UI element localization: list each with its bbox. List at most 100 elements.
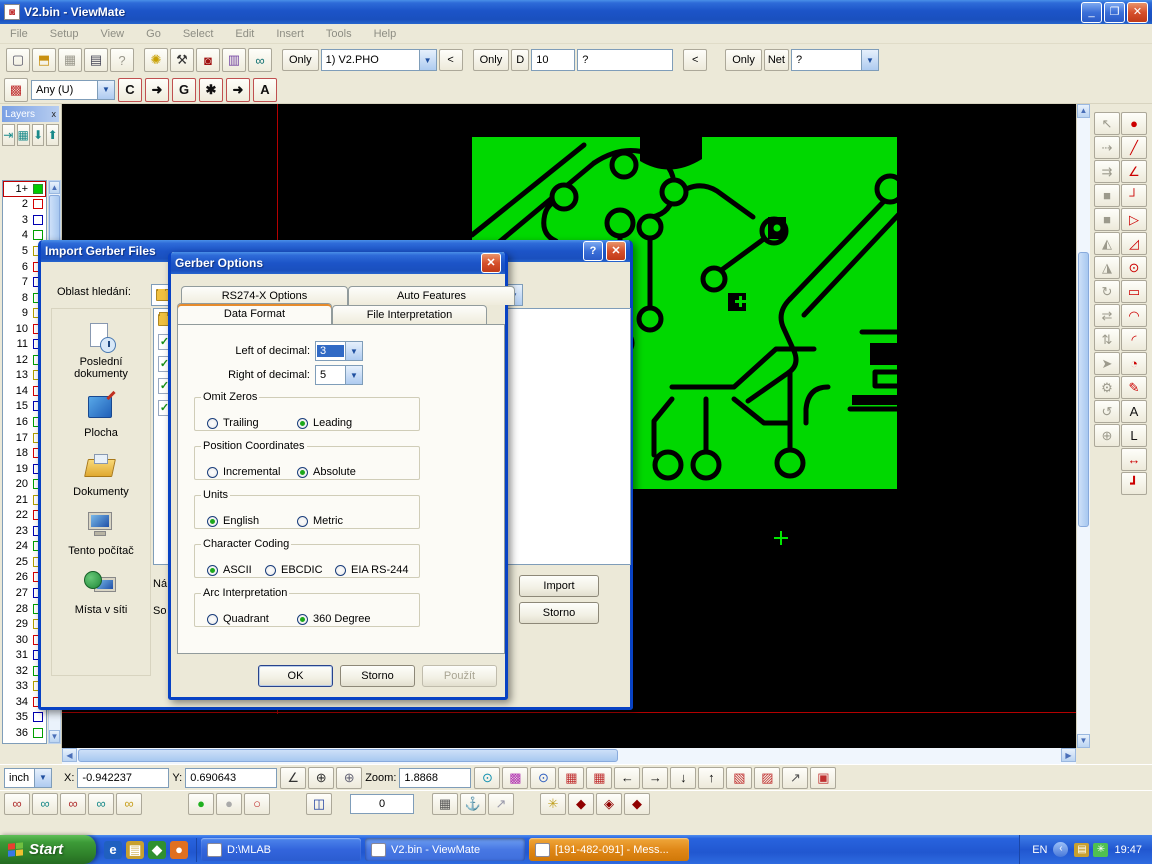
minimize-button[interactable]: _	[1081, 2, 1102, 23]
highlight-outline-icon[interactable]: ○	[244, 793, 270, 815]
ok-button[interactable]: OK	[258, 665, 333, 687]
right-of-decimal-combo[interactable]: 5▼	[315, 365, 363, 385]
text-icon[interactable]: A	[1121, 400, 1147, 423]
layer-row[interactable]: 1+	[3, 181, 46, 197]
only-layer-button[interactable]: Only	[282, 49, 319, 71]
grid-step-value[interactable]: 0	[350, 794, 414, 814]
tool-g-icon[interactable]: G	[172, 78, 196, 102]
menu-item[interactable]: Edit	[235, 28, 254, 40]
close-icon[interactable]: x	[52, 109, 57, 119]
tile-windows-icon[interactable]: ◫	[306, 793, 332, 815]
radio-absolute[interactable]: Absolute	[297, 466, 356, 478]
chevron-down-icon[interactable]: ▼	[345, 366, 362, 384]
origin-icon[interactable]: ⊕	[308, 767, 334, 789]
radio-icon[interactable]	[297, 418, 308, 429]
radio-icon[interactable]	[297, 467, 308, 478]
menu-item[interactable]: File	[10, 28, 28, 40]
only-dcode-button[interactable]: Only	[473, 49, 510, 71]
layer-color-swatch[interactable]	[33, 199, 43, 209]
measure-glasses-icon[interactable]: ∞	[248, 48, 272, 72]
draw-sketch-icon[interactable]: ✎	[1121, 376, 1147, 399]
draw-triangle-icon[interactable]: ◿	[1121, 232, 1147, 255]
menu-item[interactable]: Tools	[326, 28, 352, 40]
measure-window-icon[interactable]: ↗	[782, 767, 808, 789]
relative-origin-icon[interactable]: ⊕	[336, 767, 362, 789]
scroll-thumb[interactable]	[78, 749, 618, 762]
pad-edit-icon[interactable]: ◈	[596, 793, 622, 815]
pan-down-icon[interactable]: ↓	[670, 767, 696, 789]
firefox-icon[interactable]: ●	[170, 841, 188, 859]
layer-down-icon[interactable]: ⬇	[32, 124, 45, 146]
scroll-down-icon[interactable]: ▼	[49, 730, 60, 743]
copy-grid-icon[interactable]: ▧	[726, 767, 752, 789]
icq-tray-icon[interactable]: ✳	[1093, 843, 1108, 857]
apply-button[interactable]: Použít	[422, 665, 497, 687]
view-all-icon[interactable]: ∞	[116, 793, 142, 815]
layer-up-icon[interactable]: ⬆	[46, 124, 59, 146]
tray-chevron-icon[interactable]: ‹	[1053, 842, 1068, 857]
menu-item[interactable]: Select	[183, 28, 214, 40]
zoom-value-input[interactable]: 1.8868	[399, 768, 471, 788]
dcode-filter-input[interactable]: ?	[577, 49, 673, 71]
place-documents[interactable]: Dokumenty	[53, 453, 149, 498]
tool-c-icon[interactable]: C	[118, 78, 142, 102]
pad-move-icon[interactable]: ◆	[624, 793, 650, 815]
layers-panel-titlebar[interactable]: Layers x	[2, 106, 59, 122]
tool-transfer-icon[interactable]: ➜	[226, 78, 250, 102]
chevron-down-icon[interactable]: ▼	[861, 50, 878, 70]
chevron-down-icon[interactable]: ▼	[34, 769, 51, 787]
draw-corner-icon[interactable]: ┘	[1121, 184, 1147, 207]
explorer-folder-icon[interactable]: ▤	[126, 841, 144, 859]
flash-select-icon[interactable]: ✳	[540, 793, 566, 815]
layer-insert-icon[interactable]: ⇥	[2, 124, 15, 146]
radio-icon[interactable]	[297, 516, 308, 527]
draw-polyline-icon[interactable]: ∠	[1121, 160, 1147, 183]
zoom-in-icon[interactable]: ⊙	[474, 767, 500, 789]
layer-colors-icon[interactable]: ▦	[17, 124, 30, 146]
print-icon[interactable]: ▤	[84, 48, 108, 72]
draw-pad-icon[interactable]: ●	[1121, 112, 1147, 135]
select-dcodes-icon[interactable]: ▩	[4, 78, 28, 102]
view-dcodes-icon[interactable]: ∞	[4, 793, 30, 815]
radio-icon[interactable]	[297, 614, 308, 625]
menu-item[interactable]: Setup	[50, 28, 79, 40]
radio-icon[interactable]	[335, 565, 346, 576]
move-single-icon[interactable]: ⇢	[1094, 136, 1120, 159]
fill-light-icon[interactable]: ■	[1094, 208, 1120, 231]
draw-notch-icon[interactable]: ▷	[1121, 208, 1147, 231]
radio-incremental[interactable]: Incremental	[207, 466, 280, 478]
grid-dots-icon[interactable]: ▦	[558, 767, 584, 789]
view-net-icon[interactable]: ∞	[88, 793, 114, 815]
ie-icon[interactable]: e	[104, 841, 122, 859]
close-button[interactable]: ✕	[481, 253, 501, 273]
menu-item[interactable]: Insert	[276, 28, 304, 40]
radio-leading[interactable]: Leading	[297, 417, 352, 429]
scroll-thumb[interactable]	[1078, 252, 1089, 527]
view-layers-icon[interactable]: ∞	[32, 793, 58, 815]
draw-curve-icon[interactable]: ◜	[1121, 328, 1147, 351]
left-of-decimal-combo[interactable]: 3▼	[315, 341, 363, 361]
place-desktop[interactable]: Plocha	[53, 394, 149, 439]
help-book-icon[interactable]: ◆	[148, 841, 166, 859]
radio-trailing[interactable]: Trailing	[207, 417, 259, 429]
film-colors-icon[interactable]: ▥	[222, 48, 246, 72]
context-help-icon[interactable]: ?	[110, 48, 134, 72]
layer-color-swatch[interactable]	[33, 215, 43, 225]
chevron-down-icon[interactable]: ▼	[345, 342, 362, 360]
new-file-icon[interactable]: ▢	[6, 48, 30, 72]
close-button[interactable]: ✕	[606, 241, 626, 261]
transform-icon[interactable]: ➤	[1094, 352, 1120, 375]
draw-line-icon[interactable]: ╱	[1121, 136, 1147, 159]
scale-icon[interactable]: ⇄	[1094, 304, 1120, 327]
tab-auto-features[interactable]: Auto Features	[348, 286, 515, 305]
mirror-horizontal-icon[interactable]: ◭	[1094, 232, 1120, 255]
zoom-dcode-icon[interactable]: ▩	[502, 767, 528, 789]
tools-icon[interactable]: ⚒	[170, 48, 194, 72]
pan-left-icon[interactable]: ←	[614, 767, 640, 789]
pad-select-icon[interactable]: ◆	[568, 793, 594, 815]
tool-move-icon[interactable]: ➜	[145, 78, 169, 102]
menu-item[interactable]: View	[100, 28, 124, 40]
highlight-off-icon[interactable]: ●	[216, 793, 242, 815]
layer-color-swatch[interactable]	[33, 184, 43, 194]
layer-color-swatch[interactable]	[33, 230, 43, 240]
